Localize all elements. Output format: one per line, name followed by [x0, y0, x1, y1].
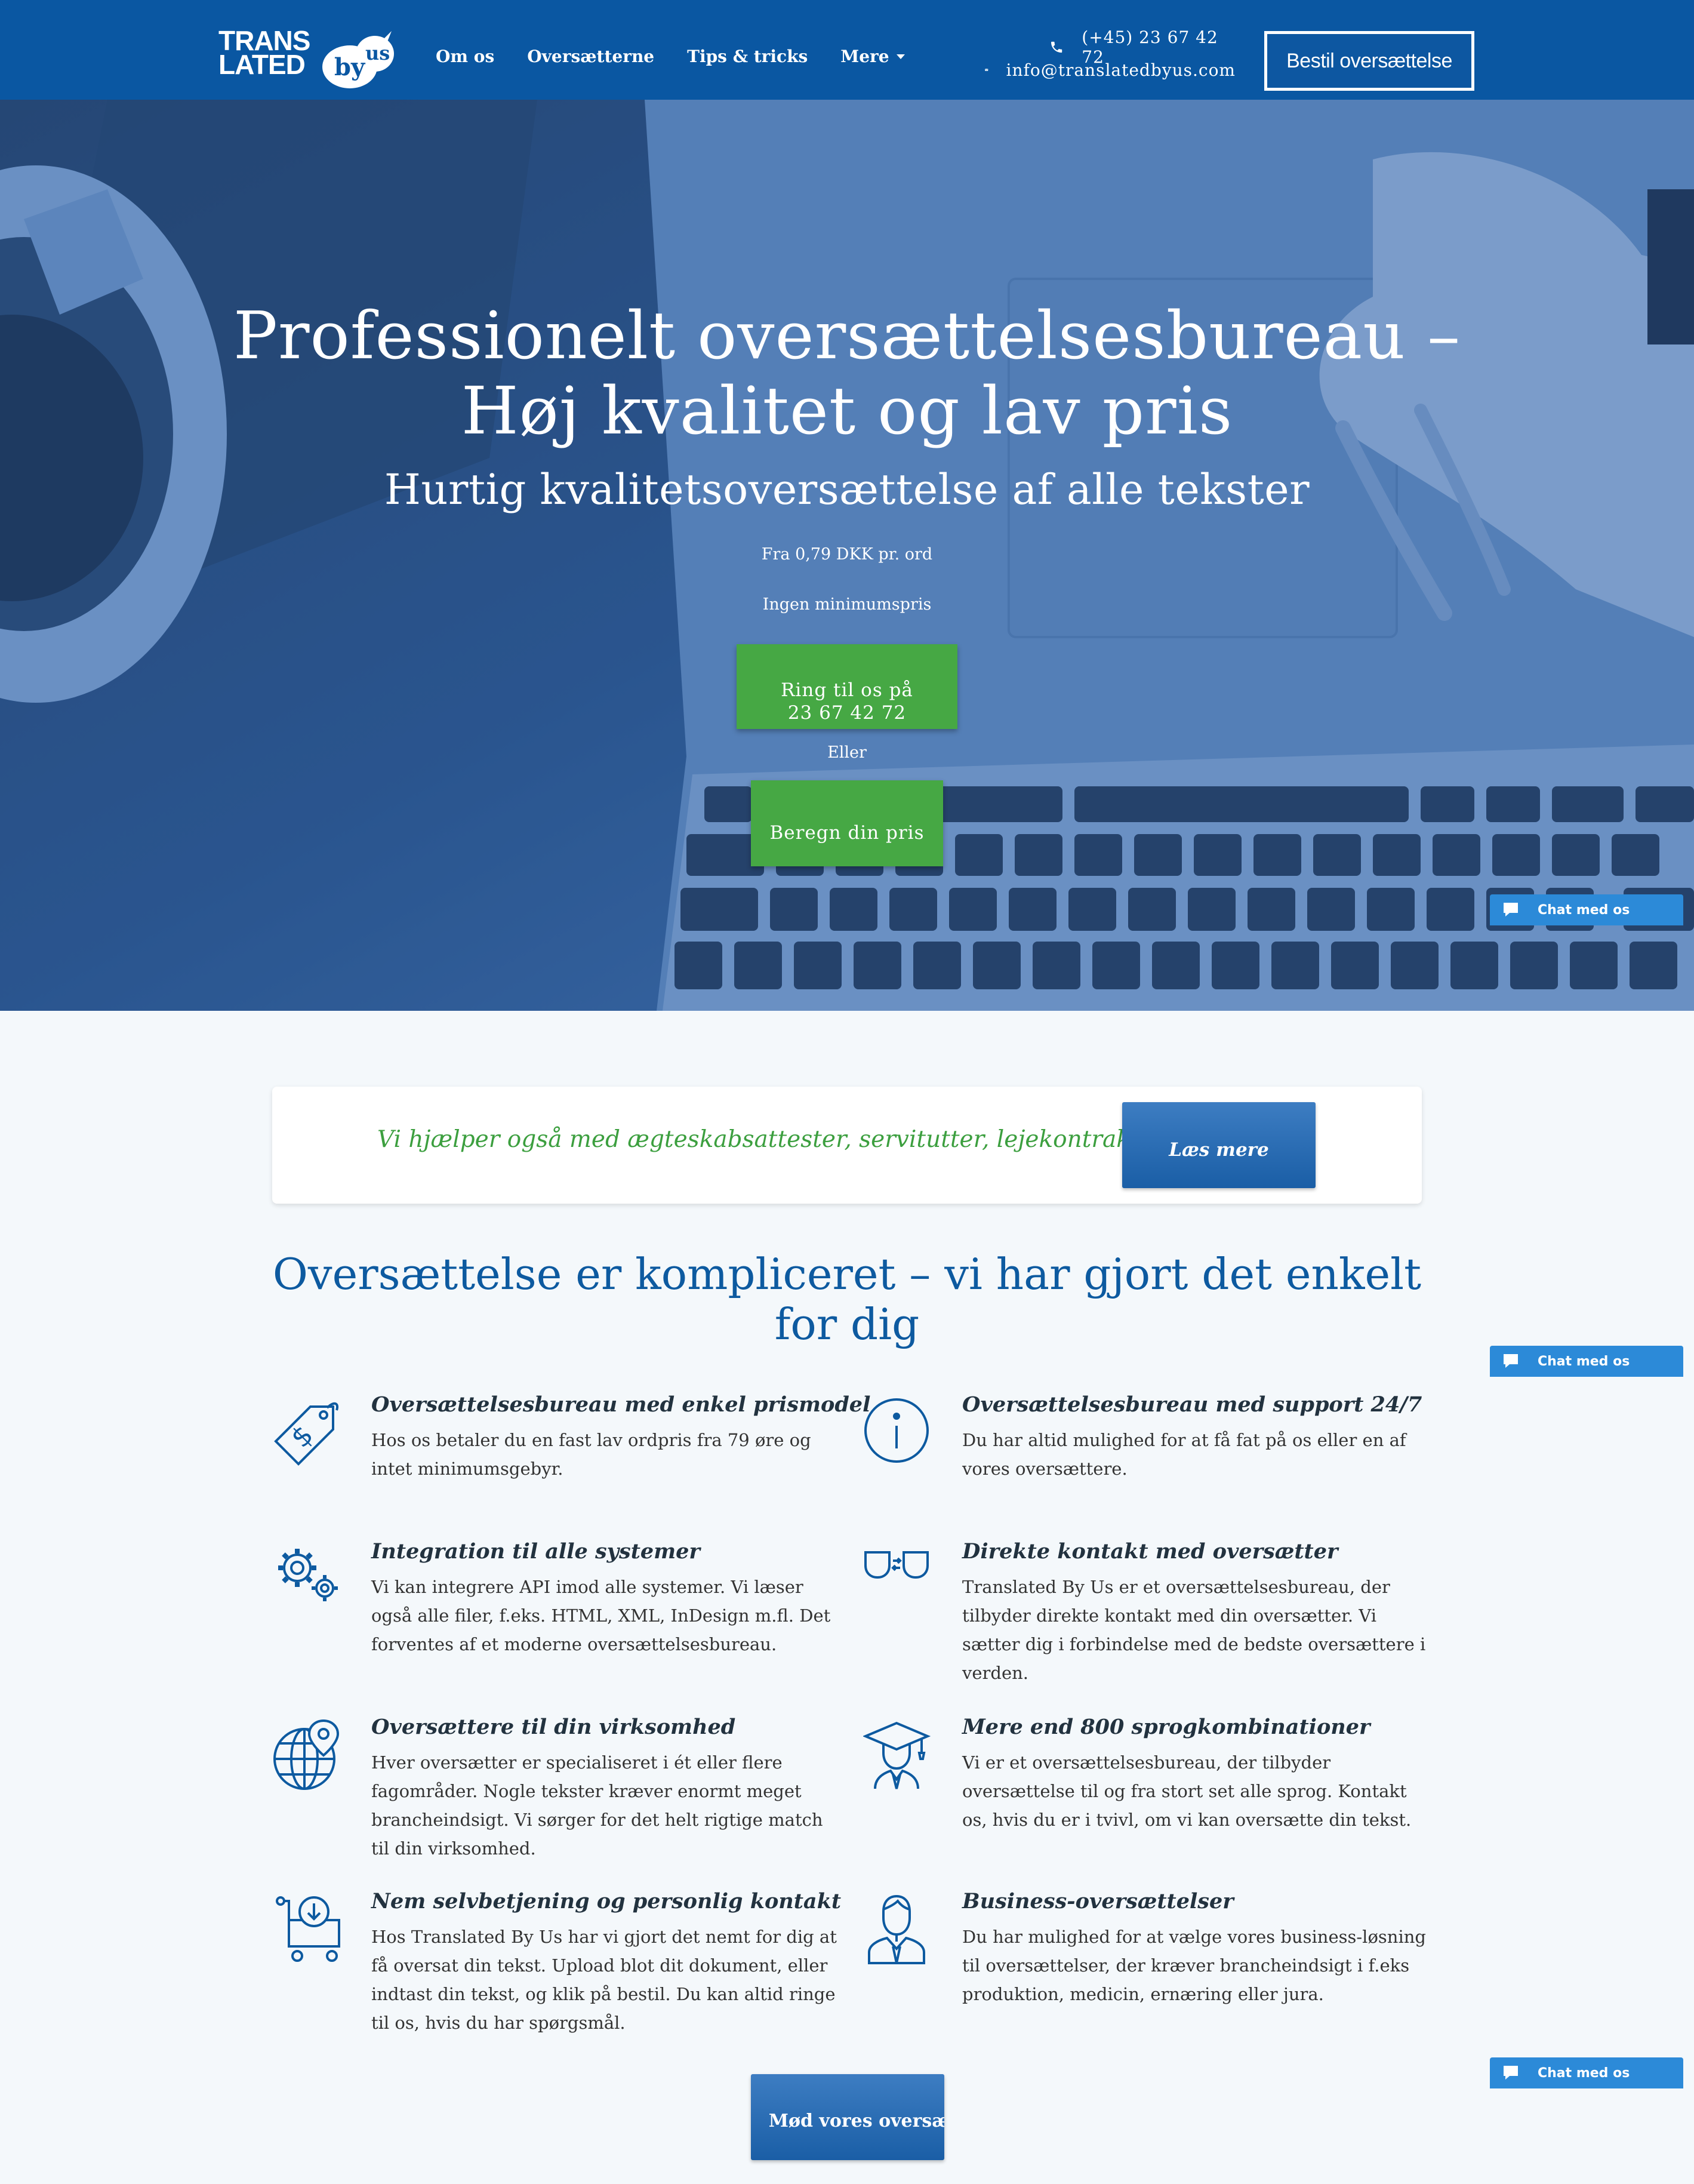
phone-icon [1051, 41, 1062, 53]
feature-text: Du har mulighed for at vælge vores busin… [962, 1927, 1426, 2004]
header-contact: (+45) 23 67 42 72 info@translatedbyus.co… [985, 27, 1236, 81]
price-text: Fra 0,79 DKK pr. ord [761, 545, 933, 564]
chat-tab[interactable]: Chat med os [1490, 1346, 1683, 1377]
connection-icon [864, 1551, 929, 1579]
cart-download-icon [276, 1896, 340, 1962]
notice-text: Vi hjælper også med ægteskabsattester, s… [377, 1126, 1208, 1153]
nav-about[interactable]: Om os [436, 47, 494, 66]
email-row[interactable]: info@translatedbyus.com [985, 59, 1236, 81]
hero-subtitle: Hurtig kvalitetsoversættelse af alle tek… [384, 465, 1310, 514]
read-more-button[interactable]: Læs mere [1122, 1102, 1316, 1188]
gears-icon [278, 1549, 338, 1601]
main-nav: Om os Oversætterne Tips & tricks Mere [436, 47, 938, 66]
logo[interactable]: TRANS LATED by us [218, 25, 398, 92]
feature-title: Oversættelsesbureau med support 24/7 [962, 1392, 1422, 1417]
phone-row[interactable]: (+45) 23 67 42 72 [985, 27, 1236, 67]
chat-tab[interactable]: Chat med os [1490, 894, 1683, 925]
feature-title: Oversættere til din virksomhed [371, 1715, 736, 1739]
info-icon [864, 1398, 929, 1463]
meet-translators-button[interactable]: Mød vores oversættere [751, 2074, 944, 2160]
hero-title: Professionelt oversættelsesbureau – Høj … [233, 297, 1461, 449]
nav-more[interactable]: Mere [840, 47, 905, 66]
svg-text:us: us [365, 42, 390, 64]
notice-banner: Vi hjælper også med ægteskabsattester, s… [272, 1087, 1422, 1204]
graduate-icon [863, 1721, 931, 1789]
calculate-price-button[interactable]: Beregn din pris [751, 780, 943, 866]
logo-bubble-icon: by us [322, 31, 394, 88]
feature-text: Hos os betaler du en fast lav ordpris fr… [371, 1430, 811, 1479]
chat-bubble-icon [1504, 2066, 1518, 2080]
features-title: Oversættelse er kompliceret – vi har gjo… [272, 1249, 1422, 1349]
logo-wordmark: TRANS LATED [218, 25, 310, 80]
feature-title: Mere end 800 sprogkombinationer [962, 1715, 1370, 1739]
order-translation-button[interactable]: Bestil oversættelse [1264, 31, 1474, 91]
hero-section: Professionelt oversættelsesbureau – Høj … [0, 100, 1694, 1011]
feature-title: Business-oversættelser [962, 1889, 1234, 1914]
feature-title: Direkte kontakt med oversætter [962, 1539, 1338, 1564]
chevron-down-icon [896, 54, 905, 59]
businessman-icon [868, 1894, 925, 1964]
nav-tips[interactable]: Tips & tricks [687, 47, 808, 66]
feature-text: Du har altid mulighed for at få fat på o… [962, 1430, 1406, 1479]
envelope-icon [985, 69, 988, 71]
feature-text: Vi er et oversættelsesbureau, der tilbyd… [962, 1752, 1412, 1830]
or-text: Eller [827, 743, 867, 762]
site-header: TRANS LATED by us Om os Oversætterne Tip… [0, 0, 1694, 100]
nav-translators[interactable]: Oversætterne [527, 47, 654, 66]
feature-text: Vi kan integrere API imod alle systemer.… [371, 1577, 831, 1654]
svg-text:by: by [334, 53, 366, 81]
chat-bubble-icon [1504, 1354, 1518, 1368]
call-us-button[interactable]: Ring til os på 23 67 42 72 [737, 644, 957, 729]
feature-title: Oversættelsesbureau med enkel prismodel [371, 1392, 871, 1417]
feature-text: Hos Translated By Us har vi gjort det ne… [371, 1927, 837, 2033]
chat-tab[interactable]: Chat med os [1490, 2057, 1683, 2088]
feature-title: Nem selvbetjening og personlig kontakt [371, 1889, 842, 1914]
globe-pin-icon [273, 1719, 340, 1790]
feature-text: Translated By Us er et oversættelsesbure… [962, 1577, 1426, 1683]
price-tag-icon: $ [274, 1402, 338, 1466]
feature-title: Integration til alle systemer [371, 1539, 700, 1564]
no-minimum-text: Ingen minimumspris [762, 595, 932, 614]
chat-bubble-icon [1504, 903, 1518, 916]
feature-text: Hver oversætter er specialiseret i ét el… [371, 1752, 823, 1859]
